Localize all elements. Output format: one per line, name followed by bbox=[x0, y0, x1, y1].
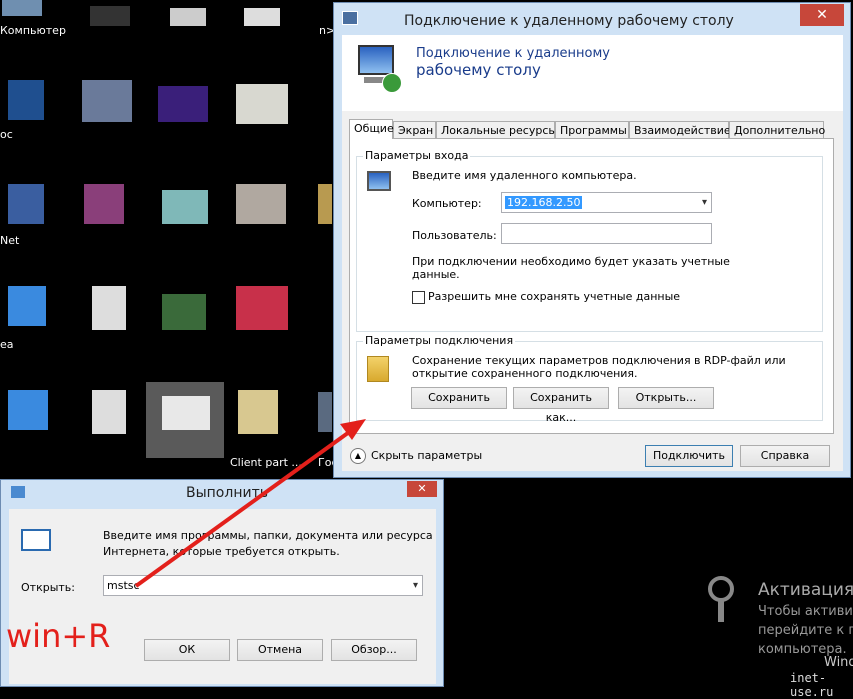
help-button[interactable]: Справка bbox=[740, 445, 830, 467]
connection-settings-legend: Параметры подключения bbox=[363, 334, 516, 347]
desktop-icon-label: Компьютер bbox=[0, 24, 66, 37]
credentials-note-line2: данные. bbox=[412, 268, 460, 281]
save-credentials-label[interactable]: Разрешить мне сохранять учетные данные bbox=[428, 290, 680, 303]
desktop-icon[interactable] bbox=[92, 286, 126, 330]
desktop-icon-label: oc bbox=[0, 128, 13, 141]
annotation-shortcut: win+R bbox=[6, 617, 111, 655]
desktop-icon-label: ea bbox=[0, 338, 14, 351]
desktop-icon[interactable] bbox=[8, 184, 44, 224]
user-field[interactable] bbox=[501, 223, 712, 244]
connect-arrow-icon bbox=[382, 73, 402, 93]
run-open-combobox[interactable]: mstsc ▾ bbox=[103, 575, 423, 596]
desktop-icon[interactable] bbox=[236, 286, 288, 330]
run-open-label: Открыть: bbox=[21, 581, 75, 594]
login-hint: Введите имя удаленного компьютера. bbox=[412, 169, 637, 182]
desktop-icon[interactable] bbox=[318, 184, 332, 224]
save-as-button[interactable]: Сохранить как... bbox=[513, 387, 609, 424]
run-client: Введите имя программы, папки, документа … bbox=[9, 509, 436, 684]
desktop-icon-computer[interactable] bbox=[2, 0, 42, 16]
computer-label: Компьютер: bbox=[412, 197, 482, 210]
connection-settings-group: Параметры подключения Сохранение текущих… bbox=[356, 334, 823, 424]
run-dialog: Выполнить ✕ Введите имя программы, папки… bbox=[0, 479, 444, 687]
close-button[interactable]: ✕ bbox=[800, 4, 844, 26]
browse-button[interactable]: Обзор... bbox=[331, 639, 417, 661]
run-title: Выполнить bbox=[186, 485, 268, 501]
rdp-banner: Подключение к удаленному рабочему столу bbox=[342, 35, 843, 111]
desktop-icon[interactable] bbox=[92, 390, 126, 434]
save-button[interactable]: Сохранить bbox=[411, 387, 507, 409]
desktop-icon bbox=[162, 396, 210, 430]
activation-line2: перейдите к п bbox=[758, 623, 853, 638]
connection-desc-line1: Сохранение текущих параметров подключени… bbox=[412, 354, 786, 367]
desktop-icon[interactable] bbox=[318, 392, 332, 432]
desktop-icon[interactable] bbox=[8, 80, 44, 120]
close-icon: ✕ bbox=[417, 482, 427, 495]
hide-params-link[interactable]: Скрыть параметры bbox=[371, 449, 482, 462]
user-label: Пользователь: bbox=[412, 229, 497, 242]
rdp-title: Подключение к удаленному рабочему столу bbox=[404, 13, 734, 29]
rdp-window: Подключение к удаленному рабочему столу … bbox=[333, 2, 851, 478]
ok-button[interactable]: ОК bbox=[144, 639, 230, 661]
cancel-button[interactable]: Отмена bbox=[237, 639, 323, 661]
tab-panel-general: Параметры входа Введите имя удаленного к… bbox=[349, 138, 834, 434]
desktop-icon[interactable] bbox=[170, 8, 206, 26]
desktop-icon[interactable] bbox=[90, 6, 130, 26]
desktop-icon[interactable] bbox=[238, 390, 278, 434]
open-button[interactable]: Открыть... bbox=[618, 387, 714, 409]
tab-experience[interactable]: Взаимодействие bbox=[629, 121, 731, 138]
tab-advanced[interactable]: Дополнительно bbox=[729, 121, 825, 138]
banner-line2: рабочему столу bbox=[416, 61, 541, 79]
tab-programs[interactable]: Программы bbox=[555, 121, 629, 138]
desktop-icon[interactable] bbox=[158, 86, 208, 122]
activation-title: Активация bbox=[758, 580, 853, 600]
connect-button[interactable]: Подключить bbox=[645, 445, 733, 467]
banner-line1: Подключение к удаленному bbox=[416, 46, 610, 61]
rdp-body: Общие Экран Локальные ресурсы Программы … bbox=[342, 111, 843, 471]
desktop-icon-label: Net bbox=[0, 234, 20, 247]
desktop-icon[interactable] bbox=[82, 80, 132, 122]
key-icon-shaft bbox=[718, 600, 724, 622]
login-settings-legend: Параметры входа bbox=[363, 149, 471, 162]
run-icon bbox=[21, 529, 51, 551]
save-credentials-checkbox[interactable] bbox=[412, 291, 425, 304]
tab-general[interactable]: Общие bbox=[349, 119, 394, 139]
rdp-titlebar[interactable]: Подключение к удаленному рабочему столу … bbox=[334, 3, 850, 35]
connection-desc-line2: открытие сохраненного подключения. bbox=[412, 367, 638, 380]
rdp-client: Подключение к удаленному рабочему столу … bbox=[342, 35, 843, 471]
run-app-icon bbox=[11, 486, 25, 498]
rdp-app-icon bbox=[342, 11, 358, 25]
tab-local-resources[interactable]: Локальные ресурсы bbox=[436, 121, 557, 138]
close-icon: ✕ bbox=[816, 7, 828, 23]
activation-windows: Wind bbox=[824, 655, 853, 670]
desktop-icon-label: Client part ... bbox=[230, 456, 302, 469]
close-button[interactable]: ✕ bbox=[407, 481, 437, 497]
monitor-icon bbox=[358, 45, 394, 75]
desktop-icon[interactable] bbox=[236, 84, 288, 124]
run-desc-line1: Введите имя программы, папки, документа … bbox=[103, 529, 433, 542]
desktop-icon[interactable] bbox=[162, 294, 206, 330]
chevron-down-icon[interactable]: ▾ bbox=[702, 193, 707, 212]
desktop-icon[interactable] bbox=[8, 286, 46, 326]
folder-icon bbox=[367, 356, 389, 382]
activation-line1: Чтобы активи bbox=[758, 604, 853, 619]
desktop-icon[interactable] bbox=[236, 184, 286, 224]
desktop-icon[interactable] bbox=[244, 8, 280, 26]
login-settings-group: Параметры входа Введите имя удаленного к… bbox=[356, 149, 823, 332]
tab-display[interactable]: Экран bbox=[393, 121, 436, 138]
chevron-down-icon[interactable]: ▾ bbox=[413, 576, 418, 595]
desktop-icon[interactable] bbox=[162, 190, 208, 224]
desktop-icon[interactable] bbox=[8, 390, 48, 430]
computer-combobox[interactable]: 192.168.2.50 ▾ bbox=[501, 192, 712, 213]
run-open-value: mstsc bbox=[107, 579, 140, 592]
desktop-icon[interactable] bbox=[84, 184, 124, 224]
rdp-banner-text: Подключение к удаленному рабочему столу bbox=[416, 45, 610, 79]
run-desc-line2: Интернета, которые требуется открыть. bbox=[103, 545, 340, 558]
site-watermark: inet-use.ru bbox=[790, 671, 834, 699]
credentials-note-line1: При подключении необходимо будет указать… bbox=[412, 255, 730, 268]
hide-params-icon[interactable]: ▲ bbox=[350, 448, 366, 464]
computer-icon bbox=[367, 171, 391, 191]
key-icon bbox=[708, 576, 734, 602]
computer-value: 192.168.2.50 bbox=[505, 196, 583, 209]
